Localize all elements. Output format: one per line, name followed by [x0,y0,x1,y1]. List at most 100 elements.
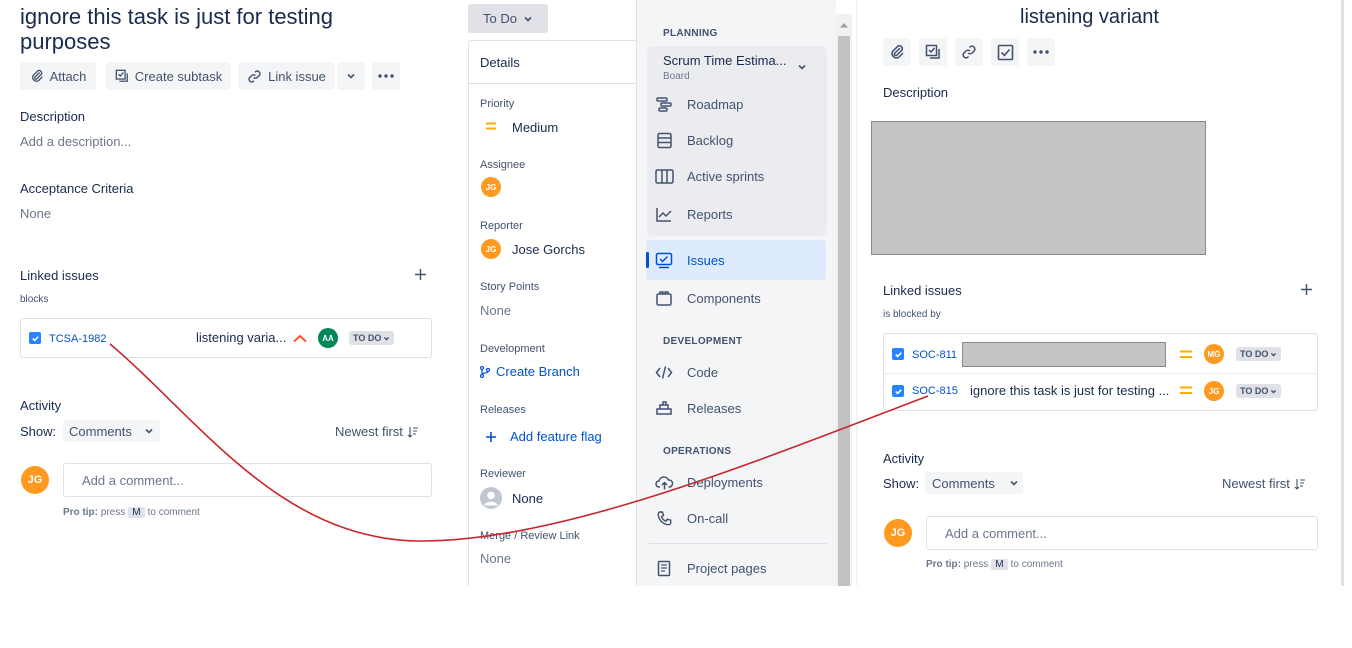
linked-issue-key[interactable]: SOC-811 [912,349,957,361]
sidebar-item-roadmap[interactable]: Roadmap [649,86,827,122]
create-branch-label: Create Branch [496,364,580,379]
sidebar-scrollbar[interactable] [836,14,852,586]
linked-issue-summary[interactable]: ignore this task is just for testing ... [970,383,1169,398]
add-linked-issue-icon[interactable] [414,268,427,281]
pro-tip-press: press [100,507,126,518]
more-actions-button[interactable] [1027,38,1055,66]
add-linked-issue-icon[interactable] [1300,283,1313,296]
linked-issue-row[interactable]: SOC-815 ignore this task is just for tes… [884,373,1317,410]
link-issue-button[interactable] [955,38,983,66]
paperclip-icon [31,69,43,82]
status-lozenge[interactable]: TO DO [1236,384,1282,398]
releases-label: Releases [480,404,526,416]
acceptance-criteria-heading: Acceptance Criteria [20,181,134,196]
sidebar-divider [649,543,827,544]
sort-toggle[interactable]: Newest first [335,424,419,439]
create-subtask-button[interactable] [919,38,947,66]
priority-value[interactable]: Medium [512,120,558,135]
sidebar-item-label: Code [687,364,719,380]
link-issue-dropdown-button[interactable] [337,62,365,90]
more-actions-button[interactable] [372,62,400,90]
show-label: Show: [883,476,920,491]
add-feature-flag-link[interactable]: Add feature flag [485,429,602,444]
reviewer-label: Reviewer [480,468,526,480]
sidebar-item-reports[interactable]: Reports [649,196,827,232]
sidebar-item-label: Issues [687,252,725,268]
sidebar-item-backlog[interactable]: Backlog [649,122,827,158]
link-issue-button[interactable]: Link issue [238,62,335,90]
attach-button[interactable]: Attach [20,62,96,90]
pro-tip-press: press [963,559,989,570]
reporter-name[interactable]: Jose Gorchs [512,242,585,257]
roadmap-icon [655,96,672,112]
issue-title-line1[interactable]: ignore this task is just for testing [20,4,333,29]
status-text: TO DO [1240,386,1269,396]
sidebar-item-label: Releases [687,400,742,416]
comment-input[interactable]: Add a comment... [63,463,432,497]
paperclip-icon [891,44,904,59]
create-branch-link[interactable]: Create Branch [480,364,580,379]
issue-title[interactable]: listening variant [1020,5,1159,30]
user-avatar: JG [21,466,49,494]
story-points-value[interactable]: None [480,303,511,318]
pro-tip: Pro tip: press Mto comment [63,507,200,518]
linked-issue-key[interactable]: SOC-815 [912,385,958,397]
acceptance-criteria-value[interactable]: None [20,206,51,221]
scrollbar-thumb[interactable] [838,36,850,586]
assignee-avatar[interactable]: JG [481,177,501,197]
sidebar-item-code[interactable]: Code [649,354,827,390]
board-selector-name[interactable]: Scrum Time Estima... [663,53,787,68]
linked-issue-row[interactable]: SOC-811 MG TO DO [884,334,1317,374]
panel-divider [856,0,858,586]
issues-icon [655,252,673,268]
sidebar-item-label: Components [687,290,761,306]
status-button[interactable]: To Do [468,4,548,33]
chevron-down-icon[interactable] [797,62,807,72]
issue-title-line2[interactable]: purposes [20,29,111,54]
redacted-description-image [871,121,1206,255]
chevron-down-icon [1010,480,1018,486]
reporter-label: Reporter [480,220,523,232]
status-lozenge[interactable]: TO DO [349,331,395,345]
create-subtask-button[interactable]: Create subtask [106,62,231,90]
pro-tip: Pro tip: press Mto comment [926,559,1063,570]
sidebar-item-components[interactable]: Components [649,280,827,316]
story-points-label: Story Points [480,281,540,293]
priority-medium-icon [486,122,496,130]
linked-issue-summary[interactable]: listening varia... [196,330,286,345]
comment-input[interactable]: Add a comment... [926,516,1318,550]
show-filter-dropdown[interactable]: Comments [63,420,160,442]
description-placeholder[interactable]: Add a description... [20,134,131,149]
shortcut-key: M [128,507,145,518]
sidebar-item-active-sprints[interactable]: Active sprints [649,158,827,194]
attach-button[interactable] [883,38,911,66]
checklist-button[interactable] [991,38,1019,66]
task-type-icon [892,348,904,360]
sidebar-item-releases[interactable]: Releases [649,390,827,426]
status-lozenge[interactable]: TO DO [1236,347,1282,361]
chevron-down-icon [1271,389,1277,394]
subtask-icon [925,44,940,59]
sidebar-item-project-pages[interactable]: Project pages [649,550,827,586]
sidebar-item-label: Reports [687,206,733,222]
status-text: TO DO [1240,349,1269,359]
phone-icon [656,510,671,525]
sidebar-item-on-call[interactable]: On-call [649,500,827,536]
sidebar-item-label: On-call [687,510,729,526]
sort-toggle[interactable]: Newest first [1222,476,1306,491]
reviewer-value[interactable]: None [512,491,543,506]
scroll-up-icon[interactable] [839,21,849,29]
more-icon [1033,50,1049,54]
sidebar-item-deployments[interactable]: Deployments [649,464,827,500]
description-heading: Description [883,85,949,100]
linked-issue-key[interactable]: TCSA-1982 [49,333,106,345]
development-section-heading: DEVELOPMENT [663,336,743,347]
merge-review-value[interactable]: None [480,551,511,566]
sort-icon [407,426,418,438]
sidebar-item-issues-content[interactable]: Issues [649,242,827,278]
linked-issue-row[interactable]: TCSA-1982 listening varia... AA TO DO [20,318,432,358]
show-filter-dropdown[interactable]: Comments [925,472,1023,494]
pro-tip-rest: to comment [147,507,200,518]
details-header[interactable]: Details [469,41,649,84]
checkbox-icon [997,44,1013,60]
